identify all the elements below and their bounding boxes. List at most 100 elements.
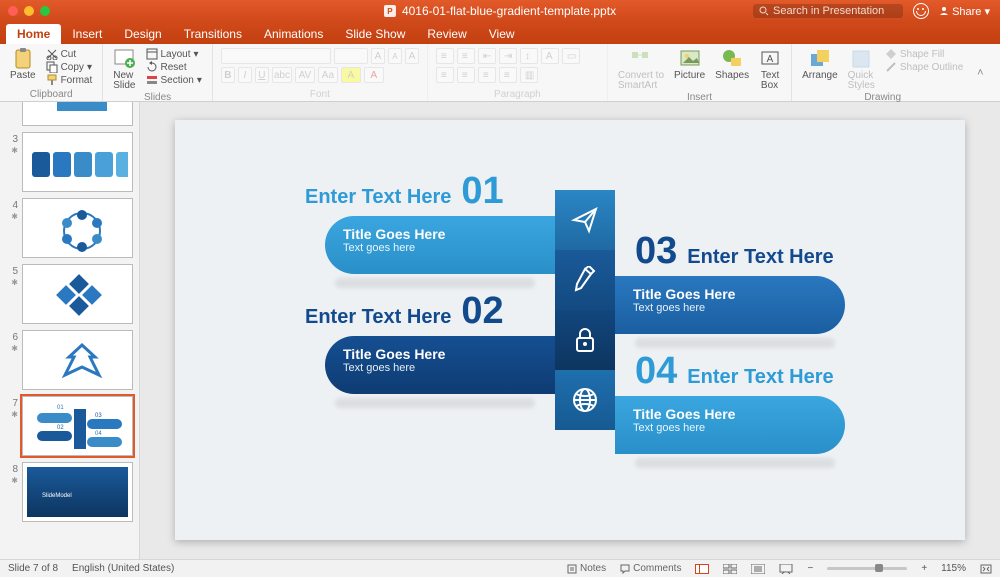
italic-button[interactable]: I bbox=[238, 67, 252, 83]
slide-content[interactable]: Enter Text Here 01 Title Goes Here Text … bbox=[175, 120, 965, 540]
tab-slideshow[interactable]: Slide Show bbox=[334, 24, 416, 44]
share-button[interactable]: Share ▾ bbox=[939, 5, 990, 18]
textbox-button[interactable]: ATextBox bbox=[757, 48, 783, 91]
paper-plane-icon bbox=[571, 206, 599, 234]
zoom-window[interactable] bbox=[40, 6, 50, 16]
align-text-button[interactable]: ▭ bbox=[562, 48, 580, 64]
slide-counter: Slide 7 of 8 bbox=[8, 563, 58, 574]
thumbnail-8[interactable]: 8✱ SlideModel bbox=[6, 462, 133, 522]
item-04-header: 04 Enter Text Here bbox=[635, 350, 834, 393]
notes-button[interactable]: Notes bbox=[567, 563, 606, 574]
tab-view[interactable]: View bbox=[478, 24, 526, 44]
shape-outline-button[interactable]: Shape Outline bbox=[883, 61, 965, 73]
arrange-button[interactable]: Arrange bbox=[800, 48, 840, 81]
tab-design[interactable]: Design bbox=[113, 24, 172, 44]
spacing-button[interactable]: AV bbox=[295, 67, 315, 83]
text-direction-button[interactable]: A bbox=[541, 48, 559, 64]
close-window[interactable] bbox=[8, 6, 18, 16]
align-left[interactable]: ≡ bbox=[436, 67, 454, 83]
globe-icon bbox=[572, 387, 598, 413]
notes-icon bbox=[567, 564, 577, 574]
shrink-font[interactable]: A bbox=[388, 48, 402, 64]
status-bar: Slide 7 of 8 English (United States) Not… bbox=[0, 559, 1000, 577]
item-02-pill: Title Goes Here Text goes here bbox=[325, 336, 555, 394]
zoom-slider[interactable] bbox=[827, 567, 907, 570]
font-family-select[interactable] bbox=[221, 48, 331, 64]
numbering-button[interactable]: ≡ bbox=[457, 48, 475, 64]
picture-button[interactable]: Picture bbox=[672, 48, 707, 81]
font-size-select[interactable] bbox=[334, 48, 368, 64]
tab-insert[interactable]: Insert bbox=[61, 24, 113, 44]
case-button[interactable]: Aa bbox=[318, 67, 338, 83]
view-reading[interactable] bbox=[751, 564, 765, 574]
thumbnail-3[interactable]: 3✱ bbox=[6, 132, 133, 192]
ribbon-tabs: Home Insert Design Transitions Animation… bbox=[0, 22, 1000, 44]
copy-button[interactable]: Copy ▾ bbox=[44, 61, 95, 73]
item-02-header: Enter Text Here 02 bbox=[305, 290, 504, 333]
columns-button[interactable]: ▥ bbox=[520, 67, 538, 83]
thumbnail-7[interactable]: 7✱ 01020304 bbox=[6, 396, 133, 456]
group-insert: Convert toSmartArt Picture Shapes ATextB… bbox=[608, 44, 792, 101]
minimize-window[interactable] bbox=[24, 6, 34, 16]
strike-button[interactable]: abc bbox=[272, 67, 292, 83]
spine-icon-2 bbox=[555, 250, 615, 310]
document-title: P 4016-01-flat-blue-gradient-template.pp… bbox=[384, 4, 616, 18]
highlight-button[interactable]: A bbox=[341, 67, 361, 83]
thumbnail-4[interactable]: 4✱ bbox=[6, 198, 133, 258]
bold-button[interactable]: B bbox=[221, 67, 235, 83]
fit-to-window[interactable] bbox=[980, 564, 992, 574]
svg-text:SlideModel: SlideModel bbox=[42, 493, 72, 499]
section-button[interactable]: Section ▾ bbox=[144, 74, 204, 86]
tab-review[interactable]: Review bbox=[416, 24, 477, 44]
reset-icon bbox=[146, 61, 158, 73]
picture-icon bbox=[679, 48, 701, 70]
thumbnail-5[interactable]: 5✱ bbox=[6, 264, 133, 324]
layout-icon bbox=[146, 48, 158, 60]
feedback-icon[interactable] bbox=[913, 3, 929, 19]
smartart-button[interactable]: Convert toSmartArt bbox=[616, 48, 666, 91]
underline-button[interactable]: U bbox=[255, 67, 269, 83]
reset-button[interactable]: Reset bbox=[144, 61, 204, 73]
format-icon bbox=[46, 74, 58, 86]
align-right[interactable]: ≡ bbox=[478, 67, 496, 83]
quick-styles-button[interactable]: QuickStyles bbox=[846, 48, 877, 91]
shape-fill-button[interactable]: Shape Fill bbox=[883, 48, 965, 60]
slide-thumbnails: ✱ 3✱ 4✱ 5✱ 6✱ 7✱ 01020304 8✱ SlideModel bbox=[0, 102, 140, 559]
tab-transitions[interactable]: Transitions bbox=[173, 24, 253, 44]
paste-button[interactable]: Paste bbox=[8, 48, 38, 81]
clear-format[interactable]: A bbox=[405, 48, 419, 64]
view-sorter[interactable] bbox=[723, 564, 737, 574]
indent-button[interactable]: ⇥ bbox=[499, 48, 517, 64]
outdent-button[interactable]: ⇤ bbox=[478, 48, 496, 64]
thumbnail-6[interactable]: 6✱ bbox=[6, 330, 133, 390]
slide-canvas[interactable]: Enter Text Here 01 Title Goes Here Text … bbox=[140, 102, 1000, 559]
zoom-out[interactable]: − bbox=[807, 563, 813, 574]
grow-font[interactable]: A bbox=[371, 48, 385, 64]
justify[interactable]: ≡ bbox=[499, 67, 517, 83]
search-input[interactable]: Search in Presentation bbox=[753, 4, 903, 18]
bullets-button[interactable]: ≡ bbox=[436, 48, 454, 64]
fill-icon bbox=[885, 48, 897, 60]
line-spacing-button[interactable]: ↕ bbox=[520, 48, 538, 64]
zoom-percent[interactable]: 115% bbox=[941, 563, 966, 574]
cut-button[interactable]: Cut bbox=[44, 48, 95, 60]
textbox-icon: A bbox=[759, 48, 781, 70]
font-color-button[interactable]: A bbox=[364, 67, 384, 83]
thumbnail-2-partial[interactable]: ✱ bbox=[6, 102, 133, 126]
zoom-in[interactable]: + bbox=[921, 563, 927, 574]
tab-home[interactable]: Home bbox=[6, 24, 61, 44]
tab-animations[interactable]: Animations bbox=[253, 24, 334, 44]
view-slideshow[interactable] bbox=[779, 564, 793, 574]
svg-text:04: 04 bbox=[95, 431, 102, 437]
align-center[interactable]: ≡ bbox=[457, 67, 475, 83]
shapes-button[interactable]: Shapes bbox=[713, 48, 751, 81]
view-normal[interactable] bbox=[695, 564, 709, 574]
item-01-pill: Title Goes Here Text goes here bbox=[325, 216, 555, 274]
smartart-icon bbox=[630, 48, 652, 70]
ribbon-collapse[interactable]: ˄ bbox=[973, 44, 987, 101]
language-indicator[interactable]: English (United States) bbox=[72, 563, 174, 574]
format-painter-button[interactable]: Format bbox=[44, 74, 95, 86]
new-slide-button[interactable]: NewSlide bbox=[111, 48, 137, 91]
layout-button[interactable]: Layout ▾ bbox=[144, 48, 204, 60]
comments-button[interactable]: Comments bbox=[620, 563, 681, 574]
